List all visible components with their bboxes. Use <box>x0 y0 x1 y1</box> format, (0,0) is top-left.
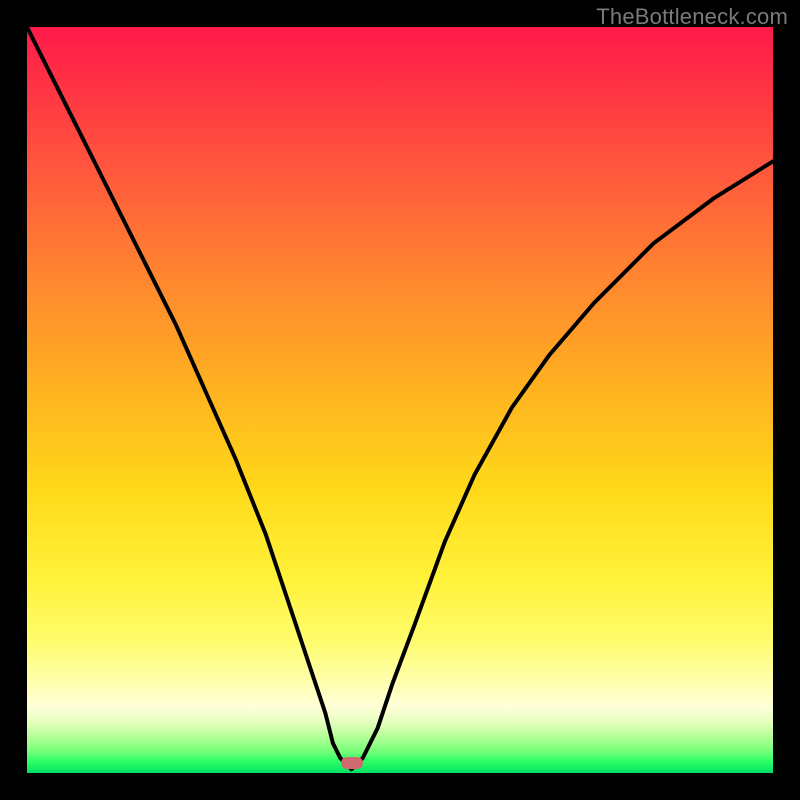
watermark-text: TheBottleneck.com <box>596 4 788 30</box>
plot-area <box>27 27 773 773</box>
chart-container: TheBottleneck.com <box>0 0 800 800</box>
bottleneck-curve <box>27 27 773 773</box>
optimal-point-marker <box>341 757 363 769</box>
